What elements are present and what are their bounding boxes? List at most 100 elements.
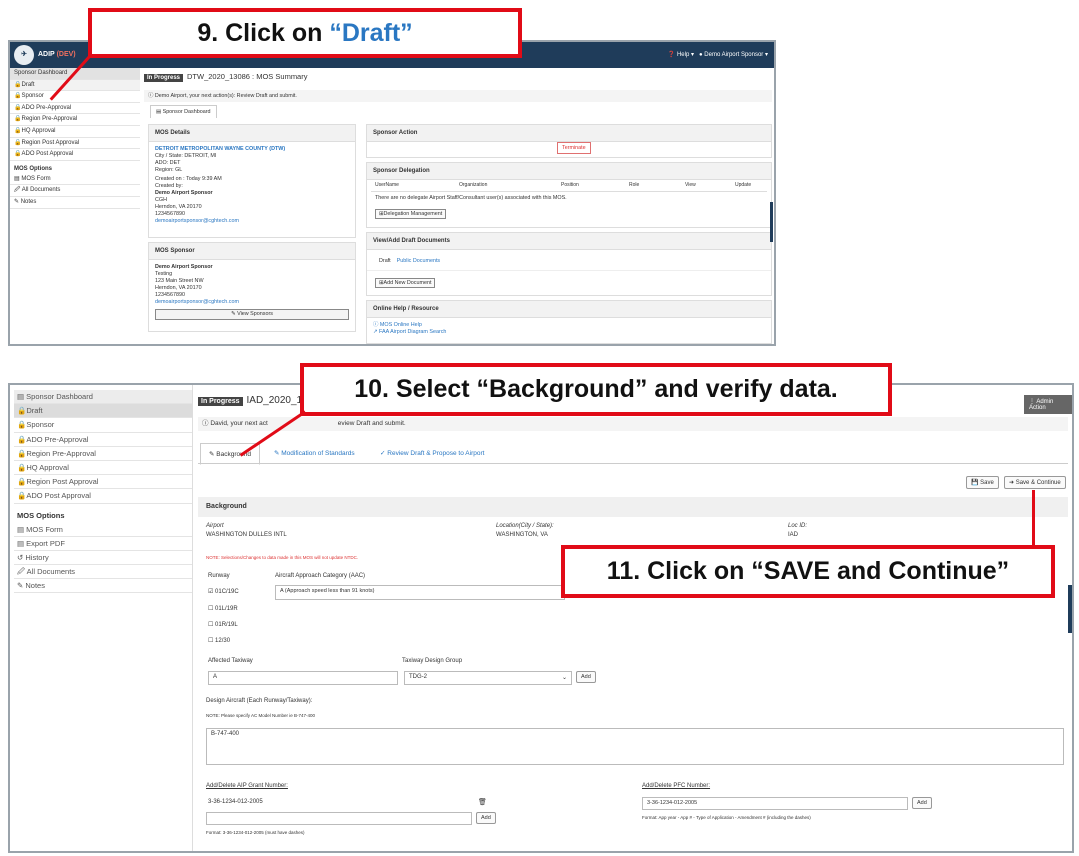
notes-icon: ✎ bbox=[14, 198, 21, 205]
lock-icon: 🔒 bbox=[17, 462, 27, 472]
scrollbar[interactable] bbox=[1068, 585, 1072, 633]
aip-grant-label: Add/Delete AIP Grant Number: bbox=[206, 783, 288, 789]
sidebar: ▤ Sponsor Dashboard 🔒Draft 🔒Sponsor 🔒ADO… bbox=[14, 390, 192, 594]
aip-format-hint: Format: 3-36-1234-012-2005 (must have da… bbox=[206, 830, 305, 835]
sidebar-item-draft[interactable]: 🔒Draft bbox=[10, 79, 140, 92]
sidebar-item-all-documents[interactable]: 🖉 All Documents bbox=[14, 565, 192, 580]
sidebar-item-ado-post-approval[interactable]: 🔒ADO Post Approval bbox=[14, 489, 192, 504]
region: Region: GL bbox=[155, 167, 183, 173]
airport-label: Airport bbox=[206, 523, 224, 529]
top-right-menu: ❓ Help ▾ ● Demo Airport Sponsor ▾ bbox=[668, 51, 768, 58]
sidebar-item-ado-post-approval[interactable]: 🔒ADO Post Approval bbox=[10, 149, 140, 161]
tab-review-draft[interactable]: ✓ Review Draft & Propose to Airport bbox=[372, 443, 492, 463]
save-icon: 💾 bbox=[971, 480, 981, 486]
faa-airport-diagram-link[interactable]: ↗ FAA Airport Diagram Search bbox=[373, 329, 765, 336]
sidebar-item-all-documents[interactable]: 🖉 All Documents bbox=[10, 185, 140, 197]
user-icon: ● bbox=[698, 52, 703, 58]
mos-options-title: MOS Options bbox=[17, 510, 65, 520]
delegation-management-button[interactable]: ⊞Delegation Management bbox=[375, 209, 447, 219]
location-value: WASHINGTON, VA bbox=[496, 532, 548, 538]
sidebar-item-draft[interactable]: 🔒Draft bbox=[14, 404, 192, 419]
creator-email[interactable]: demoairportsponsor@cghtech.com bbox=[155, 218, 349, 225]
design-aircraft-textarea[interactable]: B-747-400 bbox=[206, 728, 1064, 765]
sidebar-item-ado-pre-approval[interactable]: 🔒ADO Pre-Approval bbox=[10, 103, 140, 115]
lock-icon: 🔒 bbox=[17, 420, 27, 430]
created-by-label: Created by: bbox=[155, 183, 183, 189]
sidebar-item-mos-form[interactable]: ▤ MOS Form bbox=[10, 174, 140, 186]
scrollbar[interactable] bbox=[770, 202, 773, 242]
airport-value: WASHINGTON DULLES INTL bbox=[206, 532, 287, 538]
sidebar-item-notes[interactable]: ✎ Notes bbox=[10, 197, 140, 209]
lock-icon: 🔒 bbox=[17, 448, 27, 458]
sidebar-item-export-pdf[interactable]: ▤ Export PDF bbox=[14, 537, 192, 551]
sidebar-item-notes[interactable]: ✎ Notes bbox=[14, 579, 192, 594]
creator-phone: 1234567890 bbox=[155, 211, 185, 217]
terminate-button[interactable]: Terminate bbox=[557, 142, 591, 154]
add-taxiway-button[interactable]: Add bbox=[576, 671, 596, 683]
sidebar-item-sponsor-dashboard[interactable]: ▤ Sponsor Dashboard bbox=[14, 390, 192, 405]
add-new-document-button[interactable]: ⊞Add New Document bbox=[375, 278, 436, 288]
dashboard-icon: ▤ bbox=[17, 392, 27, 401]
lock-icon: 🔒 bbox=[17, 434, 27, 444]
affected-taxiway-input[interactable]: A bbox=[208, 671, 398, 685]
tab-sponsor-dashboard[interactable]: ▤ Sponsor Dashboard bbox=[150, 105, 217, 118]
pfc-input[interactable]: 3-36-1234-012-2005 bbox=[642, 797, 908, 810]
sidebar-item-ado-pre-approval[interactable]: 🔒ADO Pre-Approval bbox=[14, 433, 192, 447]
status-badge: In Progress bbox=[144, 74, 184, 82]
help-menu[interactable]: ❓ Help ▾ bbox=[668, 52, 694, 58]
sidebar-item-hq-approval[interactable]: 🔒HQ Approval bbox=[10, 126, 140, 138]
runway-checkbox-12-30[interactable]: ☐ 12/30 bbox=[208, 637, 230, 644]
trash-icon[interactable]: 🗑 bbox=[478, 798, 487, 806]
faa-logo: ✈ bbox=[14, 45, 34, 65]
draft-documents-panel: View/Add Draft Documents Draft Public Do… bbox=[366, 232, 772, 296]
add-aip-button[interactable]: Add bbox=[476, 812, 496, 824]
tab-divider bbox=[198, 463, 1068, 464]
mos-options-title: MOS Options bbox=[14, 165, 52, 172]
save-continue-button[interactable]: ➜ Save & Continue bbox=[1004, 476, 1066, 489]
creator-name: Demo Airport Sponsor bbox=[155, 190, 213, 196]
draft-documents-heading: View/Add Draft Documents bbox=[367, 233, 771, 250]
sponsor-line2: 123 Main Street NW bbox=[155, 278, 204, 284]
affected-taxiway-label: Affected Taxiway bbox=[208, 658, 253, 664]
aac-select[interactable]: A (Approach speed less than 91 knots) bbox=[275, 585, 565, 600]
sidebar-item-sponsor[interactable]: 🔒Sponsor bbox=[10, 91, 140, 103]
sidebar-item-mos-form[interactable]: ▤ MOS Form bbox=[14, 523, 192, 537]
sidebar-item-hq-approval[interactable]: 🔒HQ Approval bbox=[14, 461, 192, 476]
delegation-table-header: UserName Organization Position Role View… bbox=[371, 182, 767, 192]
info-icon: ⓘ bbox=[373, 322, 380, 328]
aip-grant-input[interactable] bbox=[206, 812, 472, 825]
delegation-empty-message: There are no delegate Airport Staff/Cons… bbox=[375, 195, 567, 201]
sidebar-item-region-post-approval[interactable]: 🔒Region Post Approval bbox=[10, 138, 140, 150]
runway-checkbox-01r-19l[interactable]: ☐ 01R/19L bbox=[208, 621, 238, 628]
sidebar-item-sponsor[interactable]: 🔒Sponsor bbox=[14, 418, 192, 433]
aip-grant-value: 3-36-1234-012-2005 bbox=[208, 799, 263, 805]
sponsor-line4: 1234567890 bbox=[155, 292, 185, 298]
airport-link[interactable]: DETROIT METROPOLITAN WAYNE COUNTY (DTW) bbox=[155, 146, 349, 153]
sidebar-item-history[interactable]: ↺ History bbox=[14, 551, 192, 566]
tab-draft[interactable]: Draft bbox=[379, 258, 391, 264]
pfc-label: Add/Delete PFC Number: bbox=[642, 783, 711, 789]
view-sponsors-button[interactable]: ✎ View Sponsors bbox=[155, 309, 349, 320]
city-state: City / State: DETROIT, MI bbox=[155, 153, 217, 159]
runway-checkbox-01c-19c[interactable]: ☑ 01C/19C bbox=[208, 588, 239, 595]
callout-11-pointer bbox=[1032, 490, 1035, 546]
save-button[interactable]: 💾 Save bbox=[966, 476, 999, 489]
online-help-panel: Online Help / Resource ⓘ MOS Online Help… bbox=[366, 300, 772, 344]
tab-public-documents[interactable]: Public Documents bbox=[397, 258, 440, 264]
sponsor-email[interactable]: demoairportsponsor@cghtech.com bbox=[155, 299, 349, 306]
user-menu[interactable]: Demo Airport Sponsor ▾ bbox=[704, 52, 768, 58]
mos-sponsor-heading: MOS Sponsor bbox=[149, 243, 355, 260]
mos-details-heading: MOS Details bbox=[149, 125, 355, 142]
sidebar-item-region-pre-approval[interactable]: 🔒Region Pre-Approval bbox=[10, 114, 140, 126]
admin-action-button[interactable]: ⋮ Admin Action bbox=[1024, 395, 1072, 414]
tab-modification-of-standards[interactable]: ✎ Modification of Standards bbox=[266, 443, 363, 463]
sidebar-item-region-post-approval[interactable]: 🔒Region Post Approval bbox=[14, 475, 192, 490]
add-pfc-button[interactable]: Add bbox=[912, 797, 932, 809]
screenshot-mos-summary: ✈ ADIP (DEV) ❓ Help ▾ ● Demo Airport Spo… bbox=[8, 40, 776, 346]
runway-checkbox-01l-19r[interactable]: ☐ 01L/19R bbox=[208, 605, 238, 612]
mos-online-help-link[interactable]: ⓘ MOS Online Help bbox=[373, 322, 765, 329]
dashboard-icon: ▤ bbox=[156, 109, 163, 115]
sponsor-line1: Testing bbox=[155, 271, 173, 277]
sidebar-item-region-pre-approval[interactable]: 🔒Region Pre-Approval bbox=[14, 447, 192, 461]
taxiway-design-group-select[interactable]: TDG-2 ⌄ bbox=[404, 671, 572, 685]
